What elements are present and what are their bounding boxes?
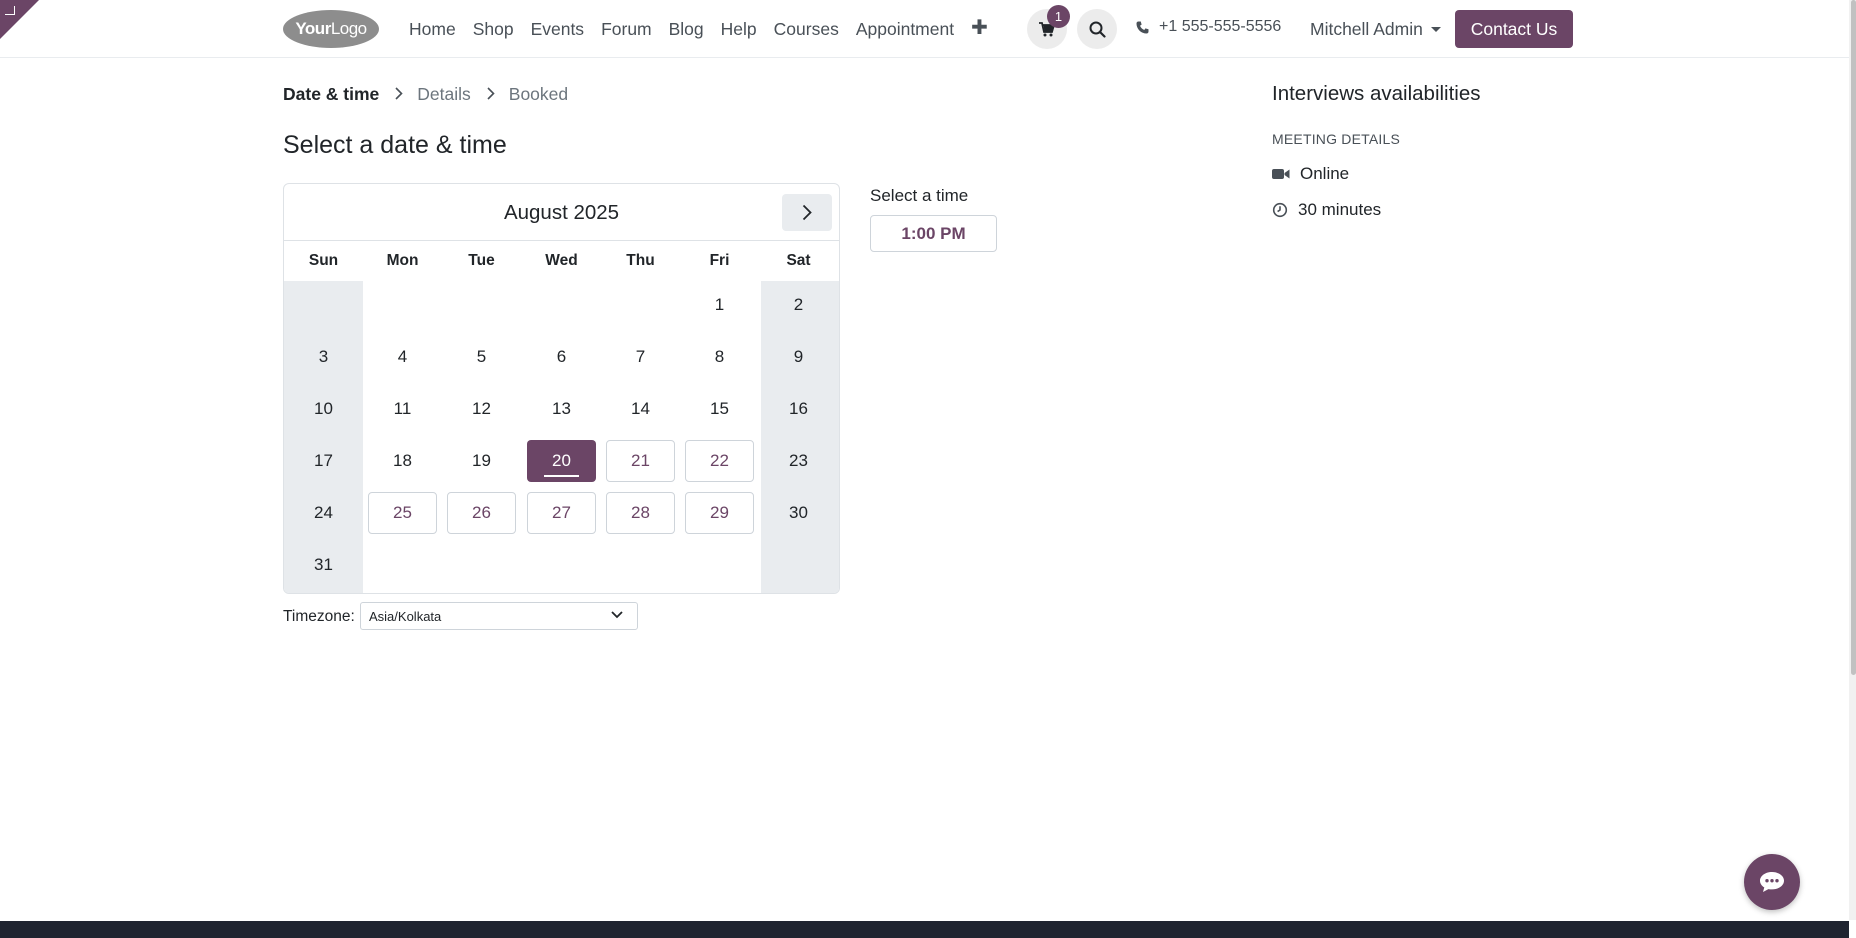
booking-steps-breadcrumb: Date & time Details Booked xyxy=(283,83,568,105)
corner-glyph-icon xyxy=(5,6,15,15)
cart-count-badge: 1 xyxy=(1047,5,1070,28)
calendar-grid: Sun Mon Tue Wed Thu Fri Sat 1 2 3 4 5 6 7 8 9 10 11 12 13 14… xyxy=(284,241,839,593)
time-slot-button[interactable]: 1:00 PM xyxy=(870,215,997,252)
duration-text: 30 minutes xyxy=(1298,200,1382,219)
calendar-day: 16 xyxy=(789,399,808,418)
calendar-day: 17 xyxy=(314,451,333,470)
contact-us-button[interactable]: Contact Us xyxy=(1455,10,1573,48)
site-footer xyxy=(0,921,1849,938)
timezone-value: Asia/Kolkata xyxy=(369,608,442,624)
meeting-location: Online xyxy=(1272,163,1349,185)
calendar-day: 14 xyxy=(631,399,650,418)
phone-contact[interactable]: +1 555-555-5556 xyxy=(1136,18,1281,36)
chevron-right-icon xyxy=(395,83,403,105)
phone-number: +1 555-555-5556 xyxy=(1159,18,1282,35)
calendar-day: 3 xyxy=(318,347,329,366)
calendar-day: 23 xyxy=(789,451,808,470)
calendar-day: 9 xyxy=(793,347,804,366)
user-name: Mitchell Admin xyxy=(1310,19,1423,39)
timezone-select[interactable]: Asia/Kolkata xyxy=(360,602,638,630)
calendar-day: 24 xyxy=(314,503,333,522)
search-button[interactable] xyxy=(1077,9,1117,49)
page-title: Select a date & time xyxy=(283,131,507,159)
scrollbar-thumb[interactable] xyxy=(1851,0,1856,675)
step-booked: Booked xyxy=(508,84,569,104)
nav-appointment[interactable]: Appointment xyxy=(856,17,954,41)
next-month-button[interactable] xyxy=(782,194,832,231)
user-menu[interactable]: Mitchell Admin xyxy=(1310,17,1441,41)
nav-forum[interactable]: Forum xyxy=(601,17,652,41)
select-time-label: Select a time xyxy=(870,186,969,205)
day-of-week-header: Fri xyxy=(709,252,730,269)
calendar-day: 11 xyxy=(393,399,412,418)
meeting-duration: 30 minutes xyxy=(1272,199,1381,221)
day-of-week-header: Sat xyxy=(786,252,811,269)
live-chat-button[interactable] xyxy=(1744,854,1800,910)
phone-icon xyxy=(1136,21,1149,33)
nav-shop[interactable]: Shop xyxy=(473,17,514,41)
site-header: Your Logo Home Shop Events Forum Blog Hel… xyxy=(0,0,1856,58)
calendar-month-title: August 2025 xyxy=(503,201,620,224)
video-camera-icon xyxy=(1272,169,1290,179)
calendar-day: 6 xyxy=(556,347,567,366)
calendar-day: 10 xyxy=(314,399,333,418)
calendar-day: 8 xyxy=(714,347,725,366)
calendar-header: August 2025 xyxy=(284,184,839,241)
day-of-week-header: Mon xyxy=(386,252,419,269)
add-menu-item-icon[interactable]: ✚ xyxy=(971,17,988,41)
calendar-day: 18 xyxy=(393,451,412,470)
calendar-day: 13 xyxy=(552,399,571,418)
nav-blog[interactable]: Blog xyxy=(669,17,704,41)
calendar-day: 1 xyxy=(714,295,725,314)
meeting-details-heading: MEETING DETAILS xyxy=(1272,131,1400,147)
timezone-label: Timezone: xyxy=(283,608,355,625)
main-nav: Home Shop Events Forum Blog Help Courses… xyxy=(409,17,1005,41)
location-text: Online xyxy=(1300,164,1350,183)
search-icon xyxy=(1089,21,1106,38)
calendar-day-available[interactable]: 21 xyxy=(606,440,675,482)
nav-events[interactable]: Events xyxy=(531,17,585,41)
calendar-day: 19 xyxy=(472,451,491,470)
calendar-day-available[interactable]: 26 xyxy=(447,492,516,534)
page: Your Logo Home Shop Events Forum Blog Hel… xyxy=(0,0,1856,938)
chevron-down-icon xyxy=(611,611,623,619)
appointment-type-title: Interviews availabilities xyxy=(1272,82,1481,105)
site-logo[interactable]: Your Logo xyxy=(283,10,379,48)
calendar-day-selected[interactable]: 20 xyxy=(527,440,596,482)
calendar-day: 15 xyxy=(710,399,729,418)
calendar-day-available[interactable]: 25 xyxy=(368,492,437,534)
calendar-day-available[interactable]: 28 xyxy=(606,492,675,534)
chevron-right-icon xyxy=(487,83,495,105)
calendar-day-available[interactable]: 29 xyxy=(685,492,754,534)
step-details: Details xyxy=(417,84,471,104)
chevron-right-icon xyxy=(802,204,812,221)
calendar-day-available[interactable]: 27 xyxy=(527,492,596,534)
chat-bubble-icon xyxy=(1760,872,1784,892)
step-date-time: Date & time xyxy=(283,84,380,104)
clock-icon xyxy=(1272,202,1288,218)
day-of-week-header: Thu xyxy=(626,252,655,269)
calendar-day: 5 xyxy=(476,347,487,366)
calendar-day: 12 xyxy=(472,399,491,418)
day-of-week-header: Sun xyxy=(308,252,339,269)
calendar: August 2025 Sun Mon Tue Wed Thu Fri Sat 1 2 3 4 5 6 7… xyxy=(283,183,840,594)
nav-courses[interactable]: Courses xyxy=(774,17,839,41)
cart-button[interactable]: 1 xyxy=(1027,5,1070,49)
calendar-day: 30 xyxy=(789,503,808,522)
nav-home[interactable]: Home xyxy=(409,17,456,41)
day-of-week-header: Tue xyxy=(468,252,495,269)
calendar-day: 7 xyxy=(635,347,646,366)
calendar-day: 31 xyxy=(314,555,333,574)
saturday-column-shade xyxy=(761,281,839,593)
calendar-day: 2 xyxy=(793,295,804,314)
caret-down-icon xyxy=(1430,26,1441,32)
day-of-week-header: Wed xyxy=(545,252,578,269)
calendar-day-available[interactable]: 22 xyxy=(685,440,754,482)
calendar-day: 4 xyxy=(397,347,408,366)
nav-help[interactable]: Help xyxy=(721,17,757,41)
